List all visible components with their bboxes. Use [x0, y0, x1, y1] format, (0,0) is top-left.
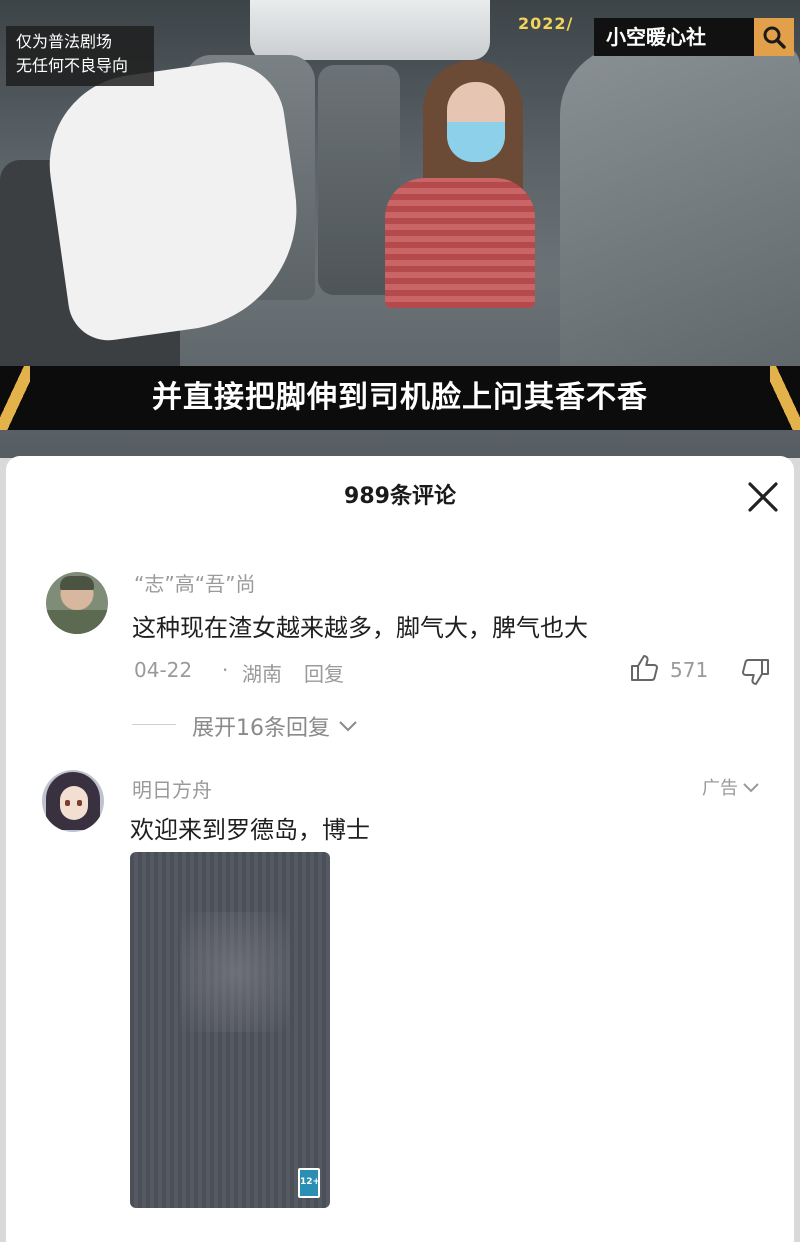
like-button[interactable]	[628, 652, 660, 688]
ad-tag-button[interactable]: 广告	[702, 774, 760, 800]
chevron-down-icon	[339, 721, 357, 732]
age-rating-badge: 12+	[298, 1168, 320, 1198]
comment-text: 这种现在渣女越来越多，脚气大，脾气也大	[132, 614, 588, 642]
comment-username[interactable]: “志”高“吾”尚	[134, 568, 255, 597]
channel-watermark: 小空暖心社	[594, 18, 754, 56]
ad-avatar[interactable]	[42, 770, 104, 832]
disclaimer-line-1: 仅为普法剧场	[16, 32, 113, 51]
like-count: 571	[670, 658, 709, 682]
avatar[interactable]	[46, 572, 108, 634]
disclaimer-line-2: 无任何不良导向	[16, 56, 129, 75]
expand-replies-label: 展开16条回复	[192, 716, 330, 741]
video-player[interactable]: 仅为普法剧场 无任何不良导向 2022/ 小空暖心社 并直接把脚伸到司机脸上问其…	[0, 0, 800, 458]
reply-button[interactable]: 回复	[304, 658, 344, 687]
comment-location: 湖南	[242, 662, 282, 686]
close-icon	[748, 482, 778, 512]
close-button[interactable]	[744, 478, 782, 516]
avatar-cap	[60, 576, 94, 590]
avatar-eye	[65, 800, 70, 806]
comments-count-title: 989条评论	[344, 484, 456, 509]
thumbs-up-icon	[631, 655, 658, 681]
reply-divider	[132, 724, 176, 725]
ad-text: 欢迎来到罗德岛，博士	[130, 816, 370, 844]
avatar-eye	[77, 800, 82, 806]
avatar-uniform	[46, 610, 108, 634]
expand-replies-button[interactable]: 展开16条回复	[192, 710, 358, 742]
thumbnail-figure	[180, 912, 290, 1032]
video-timestamp: 2022/	[518, 14, 574, 33]
ad-video-thumbnail[interactable]: 12+	[130, 852, 330, 1208]
rear-window	[250, 0, 490, 60]
comments-sheet: 989条评论 “志”高“吾”尚 这种现在渣女越来越多，脚气大，脾气也大 04-2…	[6, 456, 794, 1242]
ad-tag-label: 广告	[702, 778, 738, 799]
disclaimer-overlay: 仅为普法剧场 无任何不良导向	[6, 26, 154, 86]
thumbs-down-icon	[742, 659, 769, 685]
ad-username[interactable]: 明日方舟	[132, 774, 212, 803]
passenger-figure	[385, 60, 555, 308]
search-icon	[754, 18, 794, 56]
foot-figure	[38, 54, 312, 346]
comment-date: 04-22	[134, 658, 193, 682]
chevron-down-icon	[743, 783, 759, 793]
caption-bar: 并直接把脚伸到司机脸上问其香不香	[0, 366, 800, 430]
dislike-button[interactable]	[740, 656, 772, 692]
meta-separator: ·	[222, 658, 229, 682]
passenger-sweater	[385, 178, 535, 308]
front-seat	[560, 45, 800, 375]
video-caption: 并直接把脚伸到司机脸上问其香不香	[152, 380, 648, 415]
